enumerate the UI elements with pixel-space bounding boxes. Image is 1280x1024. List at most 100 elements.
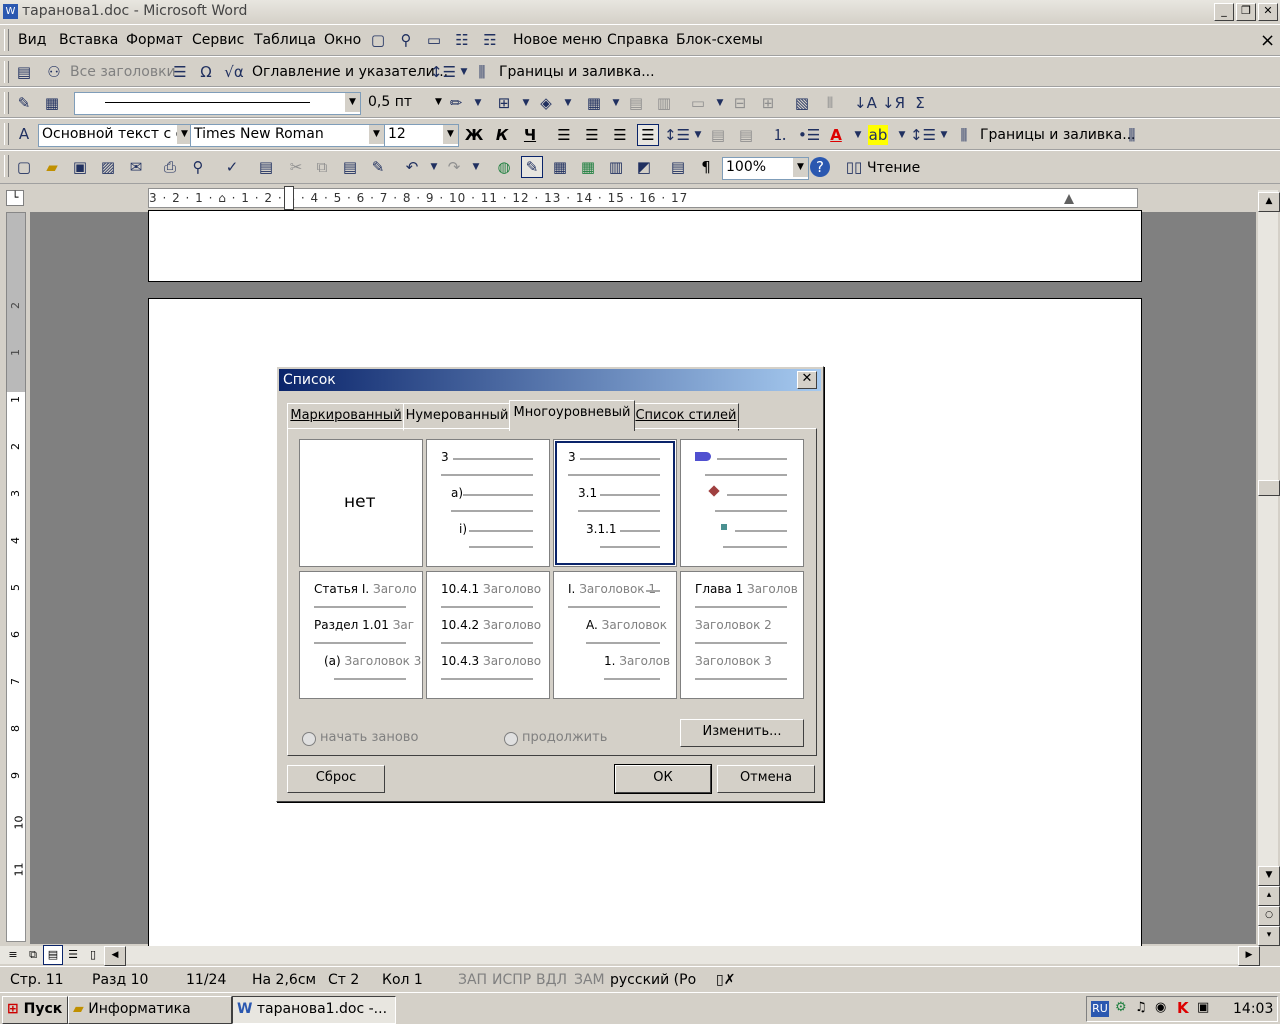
redo-icon[interactable]: ↷ bbox=[444, 157, 464, 177]
research-icon[interactable]: ⚲ bbox=[396, 30, 416, 50]
border-color-icon[interactable]: ✏ bbox=[446, 93, 466, 113]
document-map-icon[interactable]: ▤ bbox=[14, 62, 34, 82]
chevron-down-icon[interactable]: ▼ bbox=[934, 125, 954, 145]
line-spacing-icon[interactable]: ↕☰ bbox=[910, 125, 936, 145]
status-trk[interactable]: ИСПР bbox=[492, 972, 531, 988]
borders-shading-button[interactable]: Границы и заливка... bbox=[980, 127, 1136, 143]
list-option-legal[interactable]: 10.4.1 Заголово 10.4.2 Заголово 10.4.3 З… bbox=[426, 571, 550, 699]
close-window-button[interactable]: ✕ bbox=[1258, 3, 1278, 21]
list-option-bullets[interactable] bbox=[680, 439, 804, 567]
task-informatika[interactable]: ▰ Информатика bbox=[68, 996, 232, 1024]
tab-list-styles[interactable]: Список стилей bbox=[633, 403, 739, 431]
increase-indent-icon[interactable]: ▤ bbox=[736, 125, 756, 145]
restore-button[interactable]: ❐ bbox=[1236, 3, 1256, 21]
menu-new-menu[interactable]: Новое меню bbox=[513, 32, 602, 48]
chevron-down-icon[interactable]: ▼ bbox=[468, 93, 488, 113]
equation-icon[interactable]: √α bbox=[224, 62, 244, 82]
chevron-down-icon[interactable]: ▼ bbox=[848, 125, 868, 145]
zoom-combo[interactable]: 100% ▼ bbox=[722, 157, 809, 180]
modify-button[interactable]: Изменить... bbox=[680, 719, 804, 747]
status-rec[interactable]: ЗАП bbox=[458, 972, 487, 988]
chevron-down-icon[interactable]: ▼ bbox=[454, 62, 474, 82]
menu-flowcharts[interactable]: Блок-схемы bbox=[676, 32, 763, 48]
distribute-columns-icon[interactable]: ⊞ bbox=[758, 93, 778, 113]
undo-icon[interactable]: ↶ bbox=[402, 157, 422, 177]
horizontal-ruler[interactable]: 3 · 2 · 1 · ⌂ · 1 · 2 · 3 · 4 · 5 · 6 · … bbox=[148, 188, 1138, 208]
reading-view-icon[interactable]: ▯ bbox=[84, 946, 102, 964]
chevron-down-icon[interactable]: ▼ bbox=[892, 125, 912, 145]
reading-icon[interactable]: ▯▯ bbox=[844, 157, 864, 177]
highlight-icon[interactable]: ab bbox=[868, 125, 888, 145]
underline-button[interactable]: Ч bbox=[520, 125, 540, 145]
justify-icon[interactable]: ☰ bbox=[637, 124, 659, 146]
borders-icon[interactable]: ⫼ bbox=[1122, 125, 1142, 145]
spelling-status-icon[interactable]: ▯✗ bbox=[716, 972, 735, 988]
list-option-none[interactable]: нет bbox=[299, 439, 423, 567]
browse-object-button[interactable]: ○ bbox=[1258, 906, 1280, 926]
print-preview-icon[interactable]: ⚲ bbox=[188, 157, 208, 177]
line-spacing-icon[interactable]: ↕☰ bbox=[430, 62, 456, 82]
outline-view-icon[interactable]: ☰ bbox=[64, 946, 82, 964]
tab-multilevel[interactable]: Многоуровневый bbox=[509, 400, 635, 431]
chevron-down-icon[interactable]: ▼ bbox=[558, 93, 578, 113]
insert-excel-icon[interactable]: ▦ bbox=[578, 157, 598, 177]
toolbar-grip[interactable] bbox=[4, 61, 9, 83]
save-icon[interactable]: ▣ bbox=[70, 157, 90, 177]
outline-demote-icon[interactable]: ☶ bbox=[480, 30, 500, 50]
tab-selector[interactable]: └ bbox=[6, 190, 24, 206]
text-direction-icon[interactable]: ⫴ bbox=[820, 93, 840, 113]
toolbar-grip[interactable] bbox=[4, 92, 9, 114]
scroll-up-button[interactable]: ▲ bbox=[1258, 192, 1280, 212]
style-combo[interactable]: Основной текст с о ▼ bbox=[38, 124, 193, 147]
chevron-down-icon[interactable]: ▼ bbox=[443, 125, 458, 144]
reset-button[interactable]: Сброс bbox=[287, 765, 385, 793]
italic-button[interactable]: К bbox=[492, 125, 512, 145]
show-formatting-icon[interactable]: ¶ bbox=[696, 157, 716, 177]
kaspersky-icon[interactable]: K bbox=[1177, 999, 1189, 1017]
list-option-decimal-outline[interactable]: 3 3.1 3.1.1 bbox=[553, 439, 677, 567]
chevron-down-icon[interactable]: ▼ bbox=[793, 158, 808, 177]
align-icon[interactable]: ▭ bbox=[688, 93, 708, 113]
language-indicator[interactable]: RU bbox=[1091, 1001, 1109, 1017]
chevron-down-icon[interactable]: ▼ bbox=[516, 93, 536, 113]
chevron-down-icon[interactable]: ▼ bbox=[606, 93, 626, 113]
borders-icon[interactable]: ⫼ bbox=[472, 62, 492, 82]
open-folder-icon[interactable]: ▰ bbox=[42, 157, 62, 177]
restart-numbering-radio[interactable] bbox=[302, 732, 316, 746]
antivirus-icon[interactable]: ◉ bbox=[1155, 1000, 1166, 1015]
volume-icon[interactable]: ♫ bbox=[1135, 1000, 1147, 1015]
horizontal-scrollbar[interactable]: ≡ ⧉ ▤ ☰ ▯ ◀ ▶ bbox=[0, 945, 1260, 966]
align-right-icon[interactable]: ☰ bbox=[610, 125, 630, 145]
network-icon[interactable]: ⚙ bbox=[1115, 1000, 1127, 1015]
tables-borders-icon[interactable]: ✎ bbox=[521, 156, 543, 178]
document-map-icon[interactable]: ▤ bbox=[668, 157, 688, 177]
line-weight-combo[interactable]: 0,5 пт ▼ bbox=[364, 92, 447, 115]
toolbar-grip[interactable] bbox=[4, 155, 9, 177]
bold-button[interactable]: Ж bbox=[464, 125, 484, 145]
print-icon[interactable]: ⎙ bbox=[160, 157, 180, 177]
menu-tools[interactable]: Сервис bbox=[192, 32, 244, 48]
chevron-down-icon[interactable]: ▼ bbox=[688, 125, 708, 145]
status-ext[interactable]: ВДЛ bbox=[536, 972, 567, 988]
font-combo[interactable]: Times New Roman ▼ bbox=[190, 124, 385, 147]
outside-border-icon[interactable]: ⊞ bbox=[494, 93, 514, 113]
normal-view-icon[interactable]: ≡ bbox=[4, 946, 22, 964]
columns-icon[interactable]: ▥ bbox=[606, 157, 626, 177]
chevron-down-icon[interactable]: ▼ bbox=[369, 125, 384, 144]
research-icon[interactable]: ▤ bbox=[256, 157, 276, 177]
list-option-article-section[interactable]: Статья I. Заголо Раздел 1.01 Заг (a) Заг… bbox=[299, 571, 423, 699]
list-option-numbers-letters[interactable]: 3 а) i) bbox=[426, 439, 550, 567]
copy-icon[interactable]: ⧉ bbox=[312, 157, 332, 177]
scroll-left-button[interactable]: ◀ bbox=[104, 946, 126, 966]
email-icon[interactable]: ✉ bbox=[126, 157, 146, 177]
show-level-icon[interactable]: ⚇ bbox=[44, 62, 64, 82]
draw-table-icon[interactable]: ✎ bbox=[14, 93, 34, 113]
autoformat-icon[interactable]: ▧ bbox=[792, 93, 812, 113]
indent-marker[interactable] bbox=[284, 186, 294, 210]
start-button[interactable]: ⊞ Пуск bbox=[2, 996, 68, 1024]
shading-color-icon[interactable]: ◈ bbox=[536, 93, 556, 113]
right-indent-marker[interactable] bbox=[1064, 194, 1074, 204]
ok-button[interactable]: ОК bbox=[614, 764, 712, 794]
autosum-icon[interactable]: Σ bbox=[910, 93, 930, 113]
scroll-right-button[interactable]: ▶ bbox=[1238, 946, 1260, 966]
